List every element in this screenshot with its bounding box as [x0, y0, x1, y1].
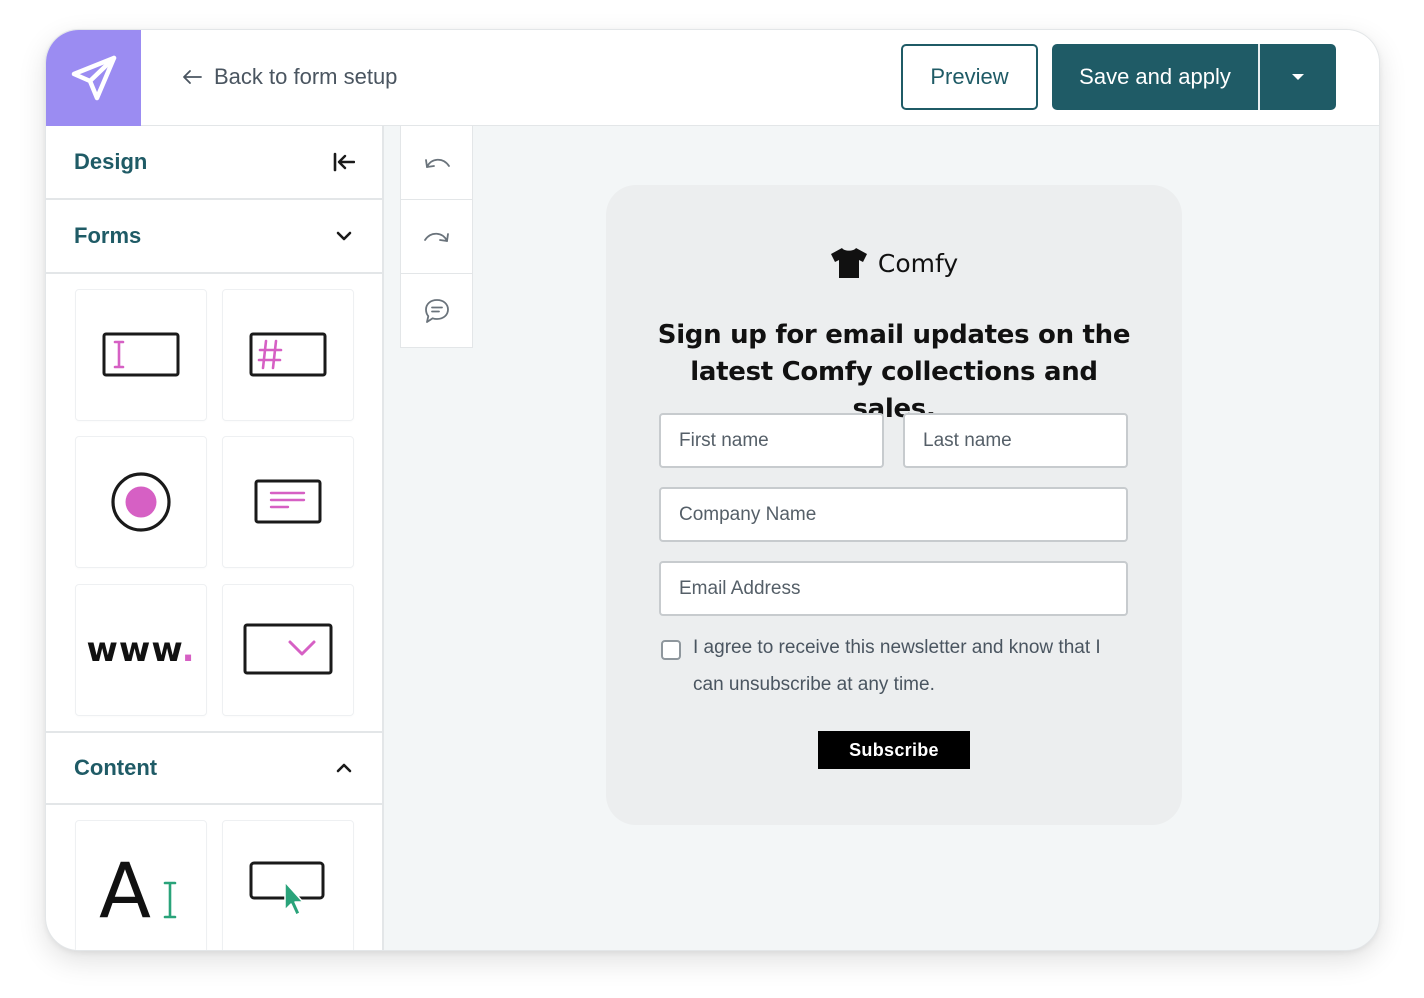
- paragraph-field-tile[interactable]: [222, 436, 354, 568]
- consent-checkbox[interactable]: [661, 640, 681, 660]
- paragraph-field-icon: [254, 479, 322, 524]
- radio-tile[interactable]: [75, 436, 207, 568]
- brand-header: Comfy: [606, 247, 1182, 279]
- tshirt-icon: [830, 248, 867, 278]
- save-and-apply-split-button: Save and apply: [1052, 44, 1336, 110]
- consent-line-2: can unsubscribe at any time.: [693, 674, 935, 695]
- button-block-tile[interactable]: [222, 820, 354, 950]
- save-and-apply-button[interactable]: Save and apply: [1052, 44, 1260, 110]
- dropdown-field-tile[interactable]: [222, 584, 354, 716]
- www-dot: .: [181, 630, 196, 670]
- comment-icon: [424, 299, 449, 323]
- button-block-icon: [249, 861, 325, 916]
- chevron-down-icon: [336, 231, 352, 241]
- top-bar: Back to form setup Preview Save and appl…: [46, 30, 1379, 126]
- design-sidebar: Design Forms www. Content A: [46, 126, 384, 950]
- radio-icon: [111, 472, 171, 532]
- url-field-icon: www.: [87, 630, 196, 670]
- url-field-tile[interactable]: www.: [75, 584, 207, 716]
- company-name-field[interactable]: [659, 487, 1128, 542]
- comments-button[interactable]: [401, 274, 472, 348]
- content-section-header[interactable]: Content: [46, 731, 382, 805]
- dropdown-field-icon: [243, 623, 333, 675]
- preview-button[interactable]: Preview: [901, 44, 1038, 110]
- collapse-left-icon: [333, 152, 355, 172]
- forms-toggle[interactable]: [332, 224, 356, 248]
- consent-text: I agree to receive this newsletter and k…: [693, 629, 1101, 703]
- text-field-icon: [102, 332, 180, 377]
- paper-plane-icon: [71, 55, 116, 101]
- form-headline: Sign up for email updates on the latest …: [646, 317, 1142, 428]
- redo-icon: [423, 232, 449, 242]
- arrow-left-icon: [183, 70, 202, 84]
- save-options-dropdown[interactable]: [1260, 44, 1336, 110]
- redo-button[interactable]: [401, 200, 472, 274]
- design-panel-header: Design: [46, 126, 382, 200]
- forms-title: Forms: [74, 223, 142, 248]
- back-link-label: Back to form setup: [214, 64, 398, 89]
- consent-line-1: I agree to receive this newsletter and k…: [693, 637, 1101, 658]
- content-title: Content: [74, 755, 158, 780]
- chevron-up-icon: [336, 763, 352, 773]
- caret-down-icon: [1292, 74, 1304, 80]
- www-text: www: [86, 630, 182, 670]
- brand-name: Comfy: [877, 248, 959, 278]
- email-field[interactable]: [659, 561, 1128, 616]
- app-logo[interactable]: [46, 30, 141, 126]
- undo-button[interactable]: [401, 126, 472, 200]
- headline-line-1: Sign up for email updates on the: [657, 320, 1131, 350]
- subscribe-button[interactable]: Subscribe: [818, 731, 970, 769]
- history-toolbar: [400, 126, 473, 348]
- text-block-letter: A: [99, 855, 151, 925]
- last-name-field[interactable]: [903, 413, 1128, 468]
- content-toggle[interactable]: [332, 756, 356, 780]
- signup-form-preview: Comfy Sign up for email updates on the l…: [606, 185, 1182, 825]
- number-field-tile[interactable]: [222, 289, 354, 421]
- text-field-tile[interactable]: [75, 289, 207, 421]
- number-field-icon: [249, 332, 327, 377]
- collapse-sidebar-button[interactable]: [332, 150, 356, 174]
- consent-row: I agree to receive this newsletter and k…: [661, 637, 1131, 703]
- back-to-setup-link[interactable]: Back to form setup: [182, 64, 397, 90]
- text-block-icon: A: [99, 855, 177, 925]
- design-title: Design: [74, 149, 148, 174]
- text-block-tile[interactable]: A: [75, 820, 207, 950]
- undo-icon: [424, 158, 450, 168]
- first-name-field[interactable]: [659, 413, 884, 468]
- forms-section-header[interactable]: Forms: [46, 200, 382, 274]
- form-builder-window: Back to form setup Preview Save and appl…: [45, 29, 1380, 951]
